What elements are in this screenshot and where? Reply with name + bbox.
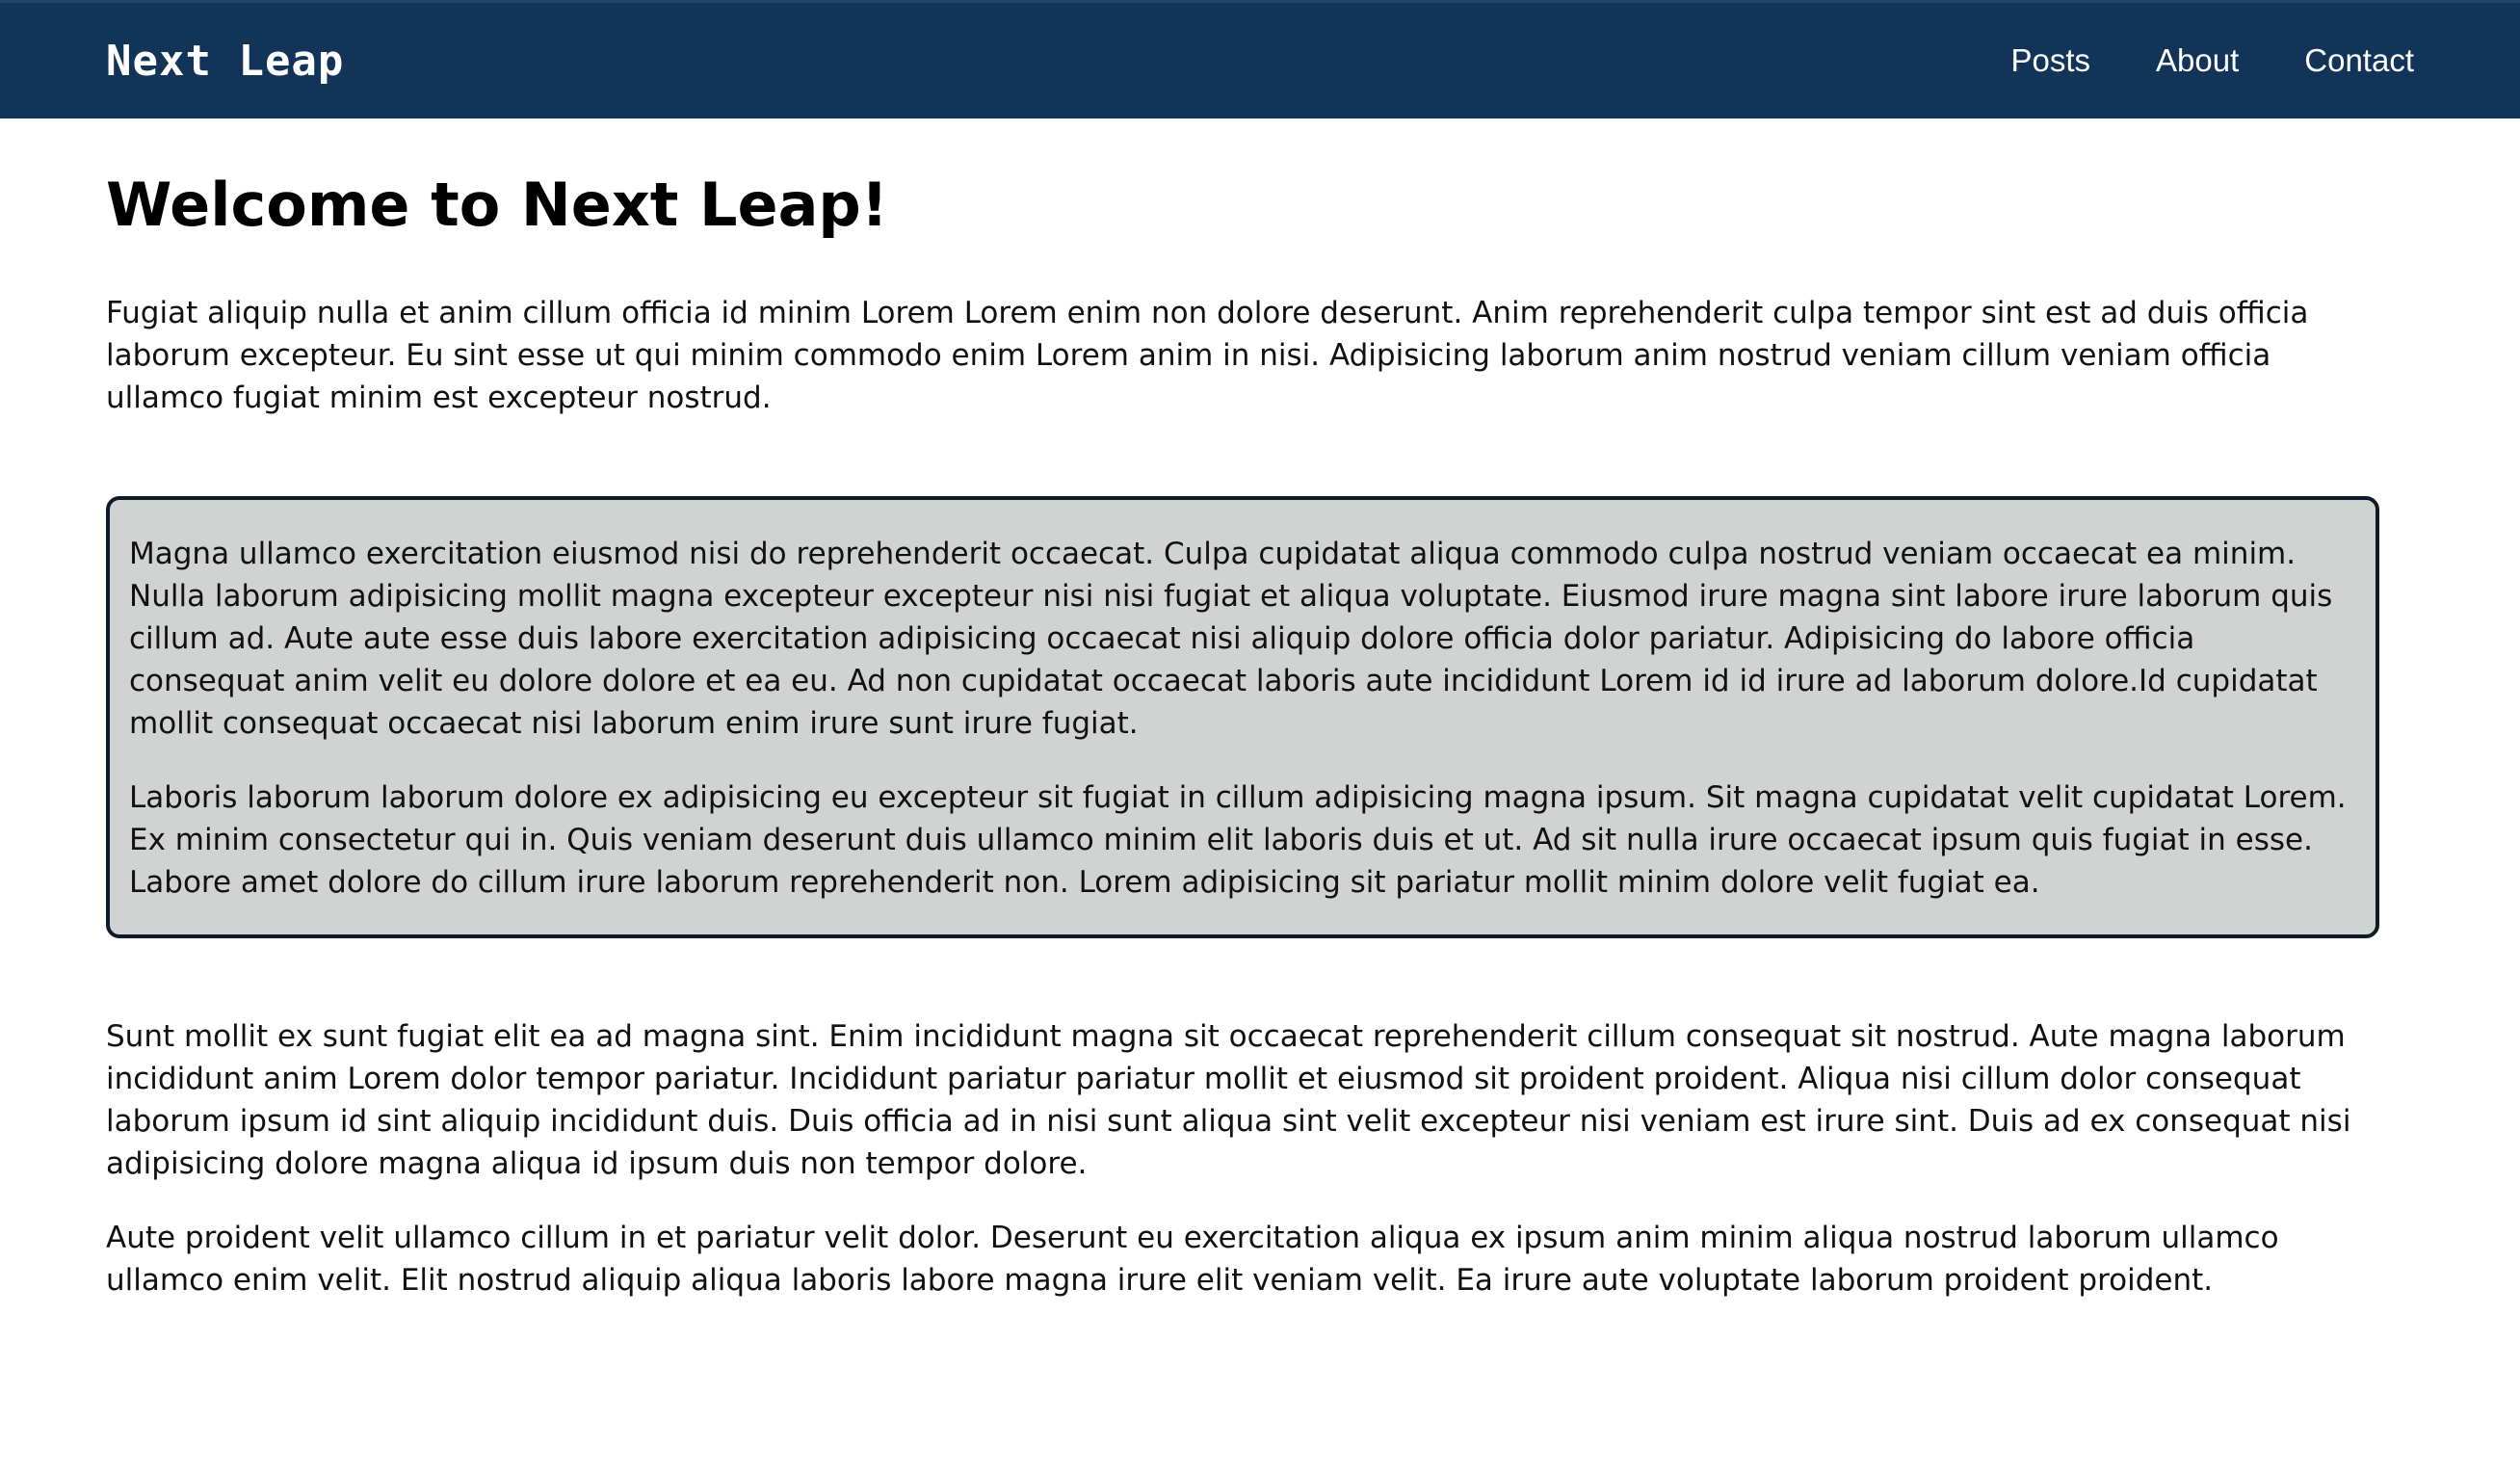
page-title: Welcome to Next Leap!: [106, 170, 889, 240]
callout-paragraph-2: Laboris laborum laborum dolore ex adipis…: [129, 780, 2347, 900]
intro-paragraph: Fugiat aliquip nulla et anim cillum offi…: [106, 296, 2309, 415]
body-paragraph-1: Sunt mollit ex sunt fugiat elit ea ad ma…: [106, 1019, 2351, 1181]
nav-link-contact[interactable]: Contact: [2304, 42, 2414, 79]
body-paragraph-2: Aute proident velit ullamco cillum in et…: [106, 1221, 2279, 1298]
main-content: Welcome to Next Leap! Fugiat aliquip nul…: [106, 118, 2379, 1301]
site-logo[interactable]: Next Leap: [106, 37, 344, 86]
top-navbar: Next Leap Posts About Contact: [0, 0, 2520, 118]
nav-link-posts[interactable]: Posts: [2010, 42, 2090, 79]
callout-paragraph-1: Magna ullamco exercitation eiusmod nisi …: [129, 537, 2333, 741]
nav-link-about[interactable]: About: [2156, 42, 2239, 79]
callout-box: Magna ullamco exercitation eiusmod nisi …: [106, 496, 2379, 938]
main-nav: Posts About Contact: [1945, 42, 2414, 79]
